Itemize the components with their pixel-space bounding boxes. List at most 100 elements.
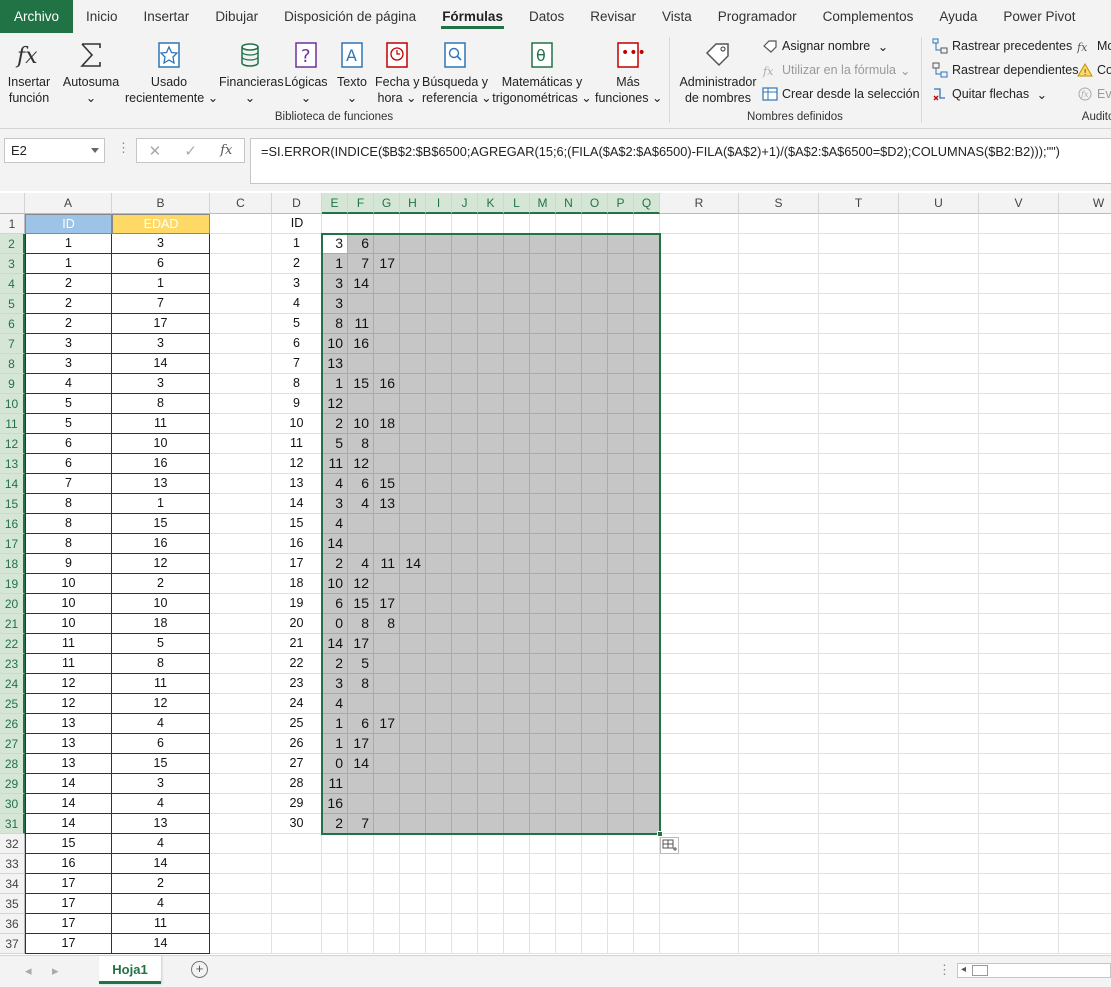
cell[interactable] [819, 294, 899, 314]
result-cell[interactable] [452, 694, 478, 714]
cell[interactable] [426, 834, 452, 854]
cell[interactable] [979, 494, 1059, 514]
cell[interactable] [899, 594, 979, 614]
result-cell[interactable] [634, 414, 660, 434]
cell[interactable] [660, 254, 739, 274]
result-cell[interactable] [608, 614, 634, 634]
result-cell[interactable] [530, 634, 556, 654]
cell[interactable] [899, 394, 979, 414]
cell[interactable] [739, 654, 819, 674]
lookup-id-cell[interactable]: 11 [272, 434, 322, 454]
result-cell[interactable] [582, 554, 608, 574]
result-cell[interactable] [478, 474, 504, 494]
table-cell-id[interactable]: 6 [25, 434, 112, 454]
table-cell-edad[interactable]: 14 [112, 354, 210, 374]
cell[interactable] [608, 914, 634, 934]
column-header-P[interactable]: P [608, 193, 634, 214]
table-cell-id[interactable]: 17 [25, 874, 112, 894]
result-cell[interactable] [426, 554, 452, 574]
autosum-button[interactable]: Autosuma ⌄ [62, 39, 120, 106]
cell[interactable] [660, 434, 739, 454]
cell[interactable] [1059, 274, 1111, 294]
cell[interactable] [210, 814, 272, 834]
cell[interactable] [400, 914, 426, 934]
table-cell-edad[interactable]: 7 [112, 294, 210, 314]
cell[interactable] [1059, 894, 1111, 914]
result-cell[interactable] [504, 714, 530, 734]
cell[interactable] [1059, 434, 1111, 454]
result-cell[interactable] [634, 614, 660, 634]
result-cell[interactable] [348, 794, 374, 814]
cell[interactable] [210, 274, 272, 294]
table-cell-edad[interactable]: 16 [112, 534, 210, 554]
result-cell[interactable] [608, 674, 634, 694]
result-cell[interactable] [452, 554, 478, 574]
text-functions-button[interactable]: A Texto ⌄ [334, 39, 370, 106]
result-cell[interactable]: 3 [322, 674, 348, 694]
cell[interactable] [400, 834, 426, 854]
cell[interactable] [348, 934, 374, 954]
result-cell[interactable] [530, 654, 556, 674]
cell[interactable] [739, 214, 819, 234]
cell[interactable] [504, 834, 530, 854]
cell[interactable] [634, 214, 660, 234]
cell[interactable] [819, 454, 899, 474]
horizontal-scrollbar[interactable]: ◂ [957, 963, 1111, 978]
cell[interactable] [979, 274, 1059, 294]
result-cell[interactable] [400, 514, 426, 534]
table-cell-edad[interactable]: 2 [112, 574, 210, 594]
row-header-4[interactable]: 4 [0, 274, 25, 294]
result-cell[interactable] [634, 454, 660, 474]
add-sheet-icon[interactable]: + [191, 961, 208, 978]
tab-programador[interactable]: Programador [705, 0, 810, 33]
result-cell[interactable]: 4 [348, 494, 374, 514]
table-cell-edad[interactable]: 2 [112, 874, 210, 894]
cell[interactable] [504, 214, 530, 234]
result-cell[interactable] [582, 514, 608, 534]
result-cell[interactable]: 10 [322, 334, 348, 354]
row-header-23[interactable]: 23 [0, 654, 25, 674]
result-cell[interactable] [634, 574, 660, 594]
cell[interactable] [739, 614, 819, 634]
result-cell[interactable] [504, 294, 530, 314]
lookup-id-cell[interactable]: 2 [272, 254, 322, 274]
result-cell[interactable] [530, 394, 556, 414]
cell[interactable] [374, 214, 400, 234]
table-cell-edad[interactable]: 15 [112, 514, 210, 534]
table-cell-edad[interactable]: 10 [112, 434, 210, 454]
result-cell[interactable] [504, 494, 530, 514]
cell[interactable] [660, 774, 739, 794]
result-cell[interactable]: 6 [348, 474, 374, 494]
cell[interactable] [322, 894, 348, 914]
cell[interactable] [979, 214, 1059, 234]
column-header-R[interactable]: R [660, 193, 739, 214]
result-cell[interactable] [452, 654, 478, 674]
cell[interactable] [979, 634, 1059, 654]
result-cell[interactable] [400, 734, 426, 754]
cell[interactable] [478, 834, 504, 854]
table-cell-edad[interactable]: 6 [112, 734, 210, 754]
lookup-id-cell[interactable]: 4 [272, 294, 322, 314]
result-cell[interactable] [556, 694, 582, 714]
cell[interactable] [210, 214, 272, 234]
cell[interactable] [400, 214, 426, 234]
scroll-left-icon[interactable]: ◂ [961, 964, 966, 975]
result-cell[interactable] [582, 394, 608, 414]
column-header-J[interactable]: J [452, 193, 478, 214]
result-cell[interactable] [504, 314, 530, 334]
result-cell[interactable] [478, 734, 504, 754]
cell[interactable] [660, 654, 739, 674]
header-edad[interactable]: EDAD [112, 214, 210, 234]
cell[interactable] [1059, 794, 1111, 814]
result-cell[interactable]: 16 [322, 794, 348, 814]
result-cell[interactable]: 12 [322, 394, 348, 414]
cell[interactable] [322, 914, 348, 934]
cell[interactable] [899, 754, 979, 774]
result-cell[interactable] [530, 334, 556, 354]
result-cell[interactable] [634, 334, 660, 354]
result-cell[interactable] [634, 734, 660, 754]
result-cell[interactable] [504, 554, 530, 574]
result-cell[interactable] [556, 454, 582, 474]
result-cell[interactable] [452, 674, 478, 694]
result-cell[interactable] [582, 694, 608, 714]
